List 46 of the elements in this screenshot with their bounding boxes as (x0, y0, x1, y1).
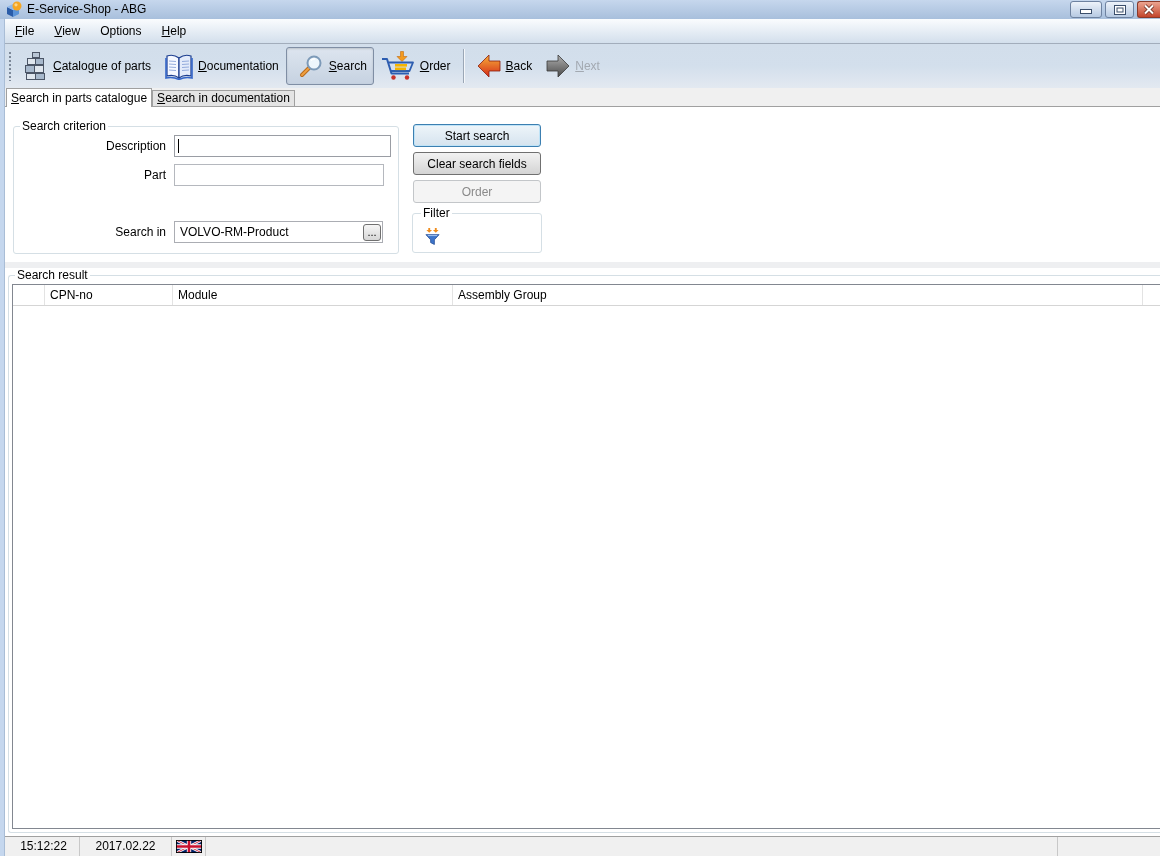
toolbar-button[interactable]: Search (285, 47, 374, 85)
status-time: 15:12:22 (8, 837, 80, 856)
menu-item[interactable]: Help (151, 20, 197, 42)
column-header[interactable]: Assembly Group (453, 285, 1143, 305)
search-icon (297, 53, 324, 79)
left-arrow-icon (476, 53, 501, 79)
tab[interactable]: Search in documentation (152, 90, 295, 106)
right-arrow-icon (546, 53, 571, 79)
flag-icon[interactable] (175, 840, 202, 853)
column-header[interactable]: CPN-no (45, 285, 173, 305)
text-field[interactable] (174, 164, 384, 186)
book-icon (165, 52, 194, 80)
boxes-icon (24, 51, 48, 81)
text-cursor (178, 139, 179, 153)
window-title: E-Service-Shop - ABG (27, 1, 147, 18)
toolbar-button[interactable]: Documentation (158, 47, 286, 85)
app-logo-icon (6, 1, 22, 17)
close-icon (1143, 4, 1155, 15)
group-title: Search result (16, 268, 89, 282)
browse-button[interactable]: ... (363, 223, 381, 241)
text-field[interactable] (174, 135, 391, 157)
group-title: Filter (422, 206, 451, 220)
field-label: Search in (115, 224, 166, 241)
minimize-icon (1080, 9, 1092, 14)
maximize-icon (1113, 4, 1126, 15)
field-label: Description (105, 138, 166, 155)
toolbar-button[interactable]: Back (469, 47, 540, 85)
grip-icon[interactable] (9, 51, 12, 81)
action-button[interactable]: Clear search fields (413, 152, 541, 175)
close-button[interactable] (1137, 1, 1160, 18)
tab[interactable]: Search in parts catalogue (6, 88, 153, 107)
action-button[interactable]: Start search (413, 124, 541, 147)
field-label: Part (144, 167, 166, 184)
status-date: 2017.02.22 (80, 837, 172, 856)
funnel-icon[interactable] (425, 228, 440, 245)
menu-item[interactable]: File (5, 20, 45, 42)
picker-field[interactable]: VOLVO-RM-Product ... (174, 221, 383, 243)
column-header[interactable]: Module (173, 285, 453, 305)
group-title: Search criterion (21, 119, 108, 133)
menu-item[interactable]: View (44, 20, 91, 42)
minimize-button[interactable] (1070, 1, 1102, 18)
menu-item[interactable]: Options (90, 20, 152, 42)
toolbar-button[interactable]: Order (373, 47, 458, 85)
maximize-button[interactable] (1105, 1, 1134, 18)
cart-icon (380, 51, 415, 81)
toolbar-button[interactable]: Catalogue of parts (17, 47, 159, 85)
